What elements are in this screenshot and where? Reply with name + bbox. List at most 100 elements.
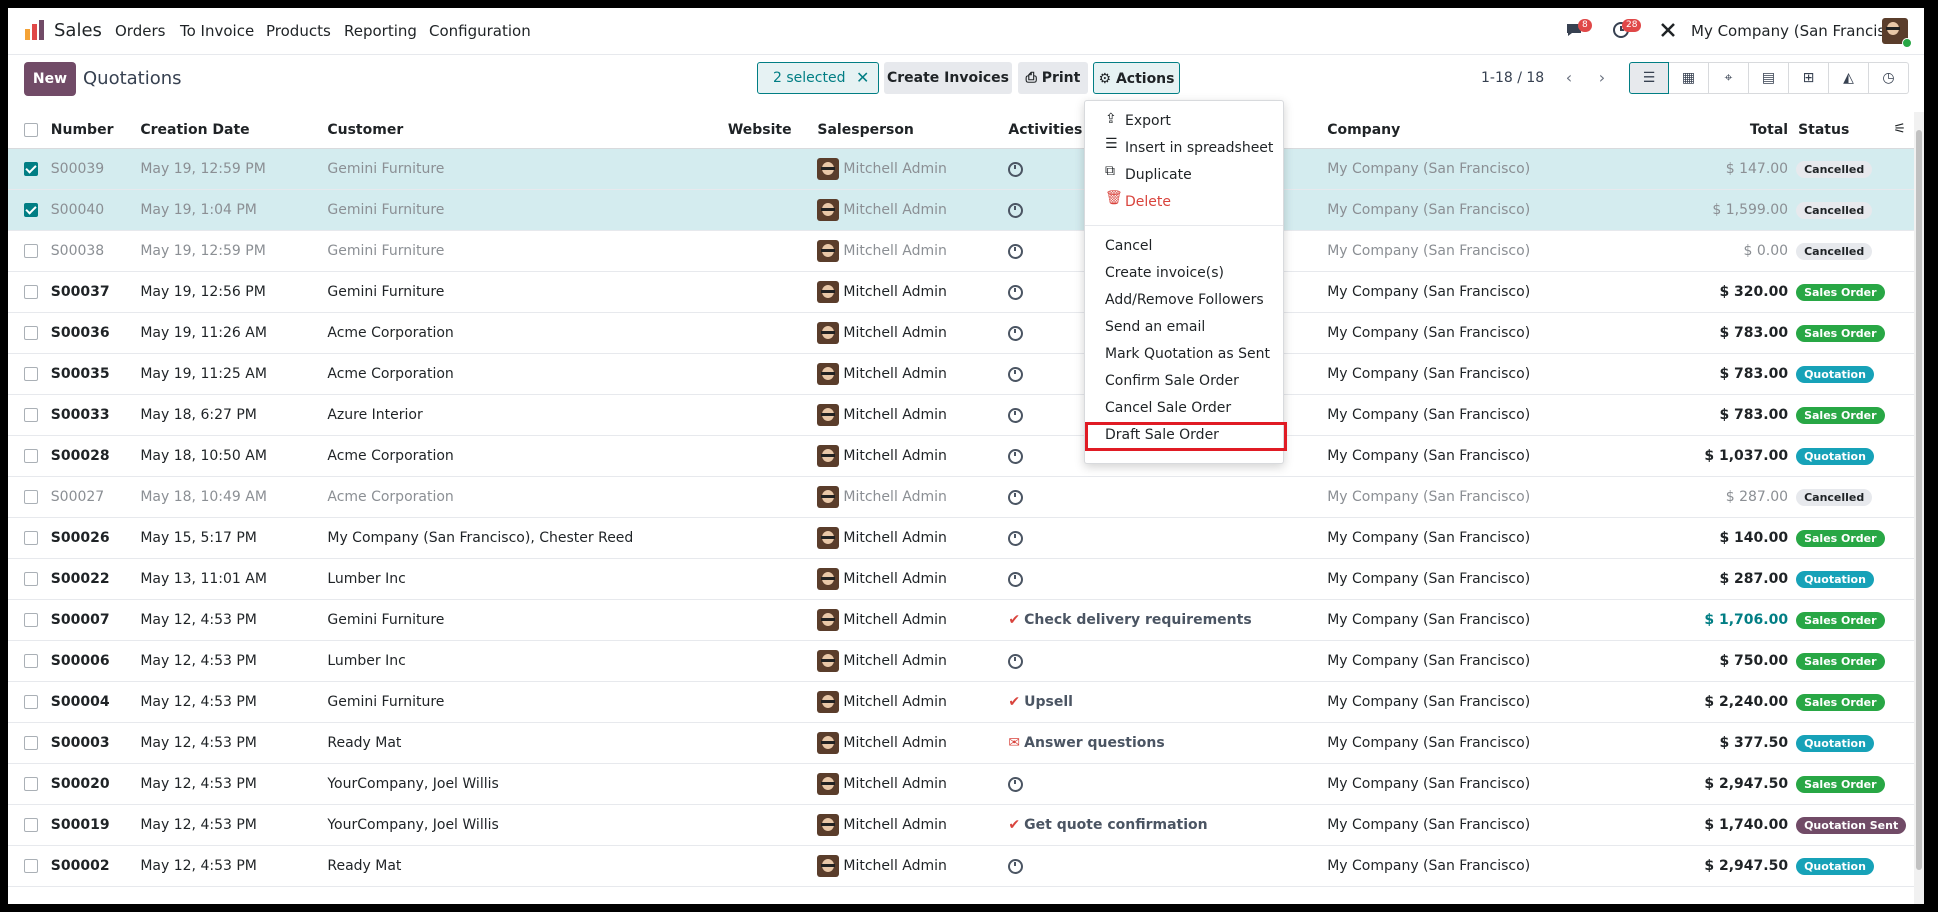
table-row[interactable]: S00026 May 15, 5:17 PM My Company (San Fra… [8,517,1914,559]
activity-summary[interactable]: Upsell [1024,694,1073,710]
salesperson-avatar[interactable] [817,527,840,549]
activity-clock-icon[interactable] [1008,489,1024,505]
vertical-scrollbar[interactable] [1914,112,1924,904]
row-checkbox[interactable] [24,244,38,258]
activity-clock-icon[interactable] [1008,653,1024,669]
actions-button[interactable]: ⚙ Actions [1093,62,1180,94]
header-customer[interactable]: Customer [327,112,728,149]
row-checkbox[interactable] [24,449,38,463]
header-total[interactable]: Total [1704,112,1789,149]
table-row[interactable]: S00028 May 18, 10:50 AM Acme Corporation Mi… [8,435,1914,477]
row-checkbox[interactable] [24,408,38,422]
salesperson-avatar[interactable] [817,240,840,262]
table-row[interactable]: S00027 May 18, 10:49 AM Acme Corporation Mi… [8,476,1914,518]
activity-summary[interactable]: Check delivery requirements [1024,612,1252,628]
salesperson-avatar[interactable] [817,732,840,754]
header-company[interactable]: Company [1327,112,1705,149]
header-status[interactable]: Status [1798,122,1849,138]
scrollbar-thumb[interactable] [1916,130,1922,870]
salesperson-avatar[interactable] [817,691,840,713]
table-row[interactable]: S00002 May 12, 4:53 PM Ready Mat Mitchell A… [8,845,1914,887]
activity-clock-icon[interactable] [1008,448,1024,464]
pager-next-icon[interactable]: › [1587,62,1617,94]
print-button[interactable]: ⎙ Print [1018,62,1088,94]
header-website[interactable]: Website [727,112,818,149]
salesperson-avatar[interactable] [817,609,840,631]
activity-clock-icon[interactable] [1008,202,1024,218]
activity-clock-icon[interactable] [1008,161,1024,177]
activity-clock-icon[interactable] [1008,571,1024,587]
row-checkbox[interactable] [24,162,38,176]
graph-view-icon[interactable]: ◭ [1829,62,1869,94]
debug-tools-icon[interactable] [1659,21,1677,43]
activity-clock-icon[interactable] [1008,776,1024,792]
optional-columns-icon[interactable]: ⚟ [1893,121,1906,137]
menu-add-remove-followers[interactable]: Add/Remove Followers [1105,292,1264,308]
row-checkbox[interactable] [24,531,38,545]
table-row[interactable]: S00019 May 12, 4:53 PM YourCompany, Joel W… [8,804,1914,846]
activity-clock-icon[interactable] [1008,325,1024,341]
menu-to-invoice[interactable]: To Invoice [180,22,254,40]
menu-confirm-sale-order[interactable]: Confirm Sale Order [1105,373,1239,389]
activity-clock-icon[interactable] [1008,530,1024,546]
activity-summary[interactable]: Answer questions [1024,735,1165,751]
create-invoices-button[interactable]: Create Invoices [884,62,1012,94]
menu-insert-spreadsheet[interactable]: Insert in spreadsheet [1125,140,1273,156]
table-row[interactable]: S00004 May 12, 4:53 PM Gemini Furniture Mit… [8,681,1914,723]
row-checkbox[interactable] [24,490,38,504]
row-checkbox[interactable] [24,326,38,340]
table-row[interactable]: S00035 May 19, 11:25 AM Acme Corporation Mi… [8,353,1914,395]
table-row[interactable]: S00039 May 19, 12:59 PM Gemini Furniture Mi… [8,148,1914,190]
row-checkbox[interactable] [24,367,38,381]
menu-cancel[interactable]: Cancel [1105,238,1152,254]
map-view-icon[interactable]: ⌖ [1709,62,1749,94]
selection-indicator[interactable]: 2 selected ✕ [757,62,879,94]
salesperson-avatar[interactable] [817,281,840,303]
menu-create-invoices[interactable]: Create invoice(s) [1105,265,1224,281]
sales-app-icon[interactable] [24,19,46,41]
table-row[interactable]: S00037 May 19, 12:56 PM Gemini Furniture Mi… [8,271,1914,313]
kanban-view-icon[interactable]: ▦ [1669,62,1709,94]
salesperson-avatar[interactable] [817,322,840,344]
row-checkbox[interactable] [24,613,38,627]
table-row[interactable]: S00036 May 19, 11:26 AM Acme Corporation Mi… [8,312,1914,354]
row-checkbox[interactable] [24,859,38,873]
salesperson-avatar[interactable] [817,445,840,467]
pager-value[interactable]: 1-18 / 18 [1481,70,1544,86]
menu-delete[interactable]: Delete [1125,194,1171,210]
activity-clock-icon[interactable] [1008,858,1024,874]
salesperson-avatar[interactable] [817,814,840,836]
salesperson-avatar[interactable] [817,404,840,426]
pivot-view-icon[interactable]: ⊞ [1789,62,1829,94]
salesperson-avatar[interactable] [817,568,840,590]
header-number[interactable]: Number [50,112,141,149]
salesperson-avatar[interactable] [817,363,840,385]
table-row[interactable]: S00022 May 13, 11:01 AM Lumber Inc Mitchell… [8,558,1914,600]
header-salesperson[interactable]: Salesperson [817,112,1009,149]
salesperson-avatar[interactable] [817,199,840,221]
salesperson-avatar[interactable] [817,773,840,795]
table-row[interactable]: S00007 May 12, 4:53 PM Gemini Furniture Mit… [8,599,1914,641]
table-row[interactable]: S00020 May 12, 4:53 PM YourCompany, Joel W… [8,763,1914,805]
header-creation-date[interactable]: Creation Date [140,112,328,149]
activity-clock-icon[interactable] [1008,407,1024,423]
salesperson-avatar[interactable] [817,855,840,877]
activity-view-icon[interactable]: ◷ [1869,62,1909,94]
table-row[interactable]: S00040 May 19, 1:04 PM Gemini Furniture Mit… [8,189,1914,231]
salesperson-avatar[interactable] [817,650,840,672]
row-checkbox[interactable] [24,695,38,709]
new-button[interactable]: New [24,62,76,96]
menu-send-email[interactable]: Send an email [1105,319,1205,335]
pager-previous-icon[interactable]: ‹ [1554,62,1584,94]
menu-duplicate[interactable]: Duplicate [1125,167,1192,183]
row-checkbox[interactable] [24,572,38,586]
menu-orders[interactable]: Orders [115,22,165,40]
select-all-checkbox[interactable] [24,123,38,137]
row-checkbox[interactable] [24,736,38,750]
salesperson-avatar[interactable] [817,158,840,180]
menu-configuration[interactable]: Configuration [429,22,531,40]
activity-summary[interactable]: Get quote confirmation [1024,817,1208,833]
row-checkbox[interactable] [24,818,38,832]
table-row[interactable]: S00003 May 12, 4:53 PM Ready Mat Mitchell A… [8,722,1914,764]
menu-mark-quotation-sent[interactable]: Mark Quotation as Sent [1105,346,1270,362]
